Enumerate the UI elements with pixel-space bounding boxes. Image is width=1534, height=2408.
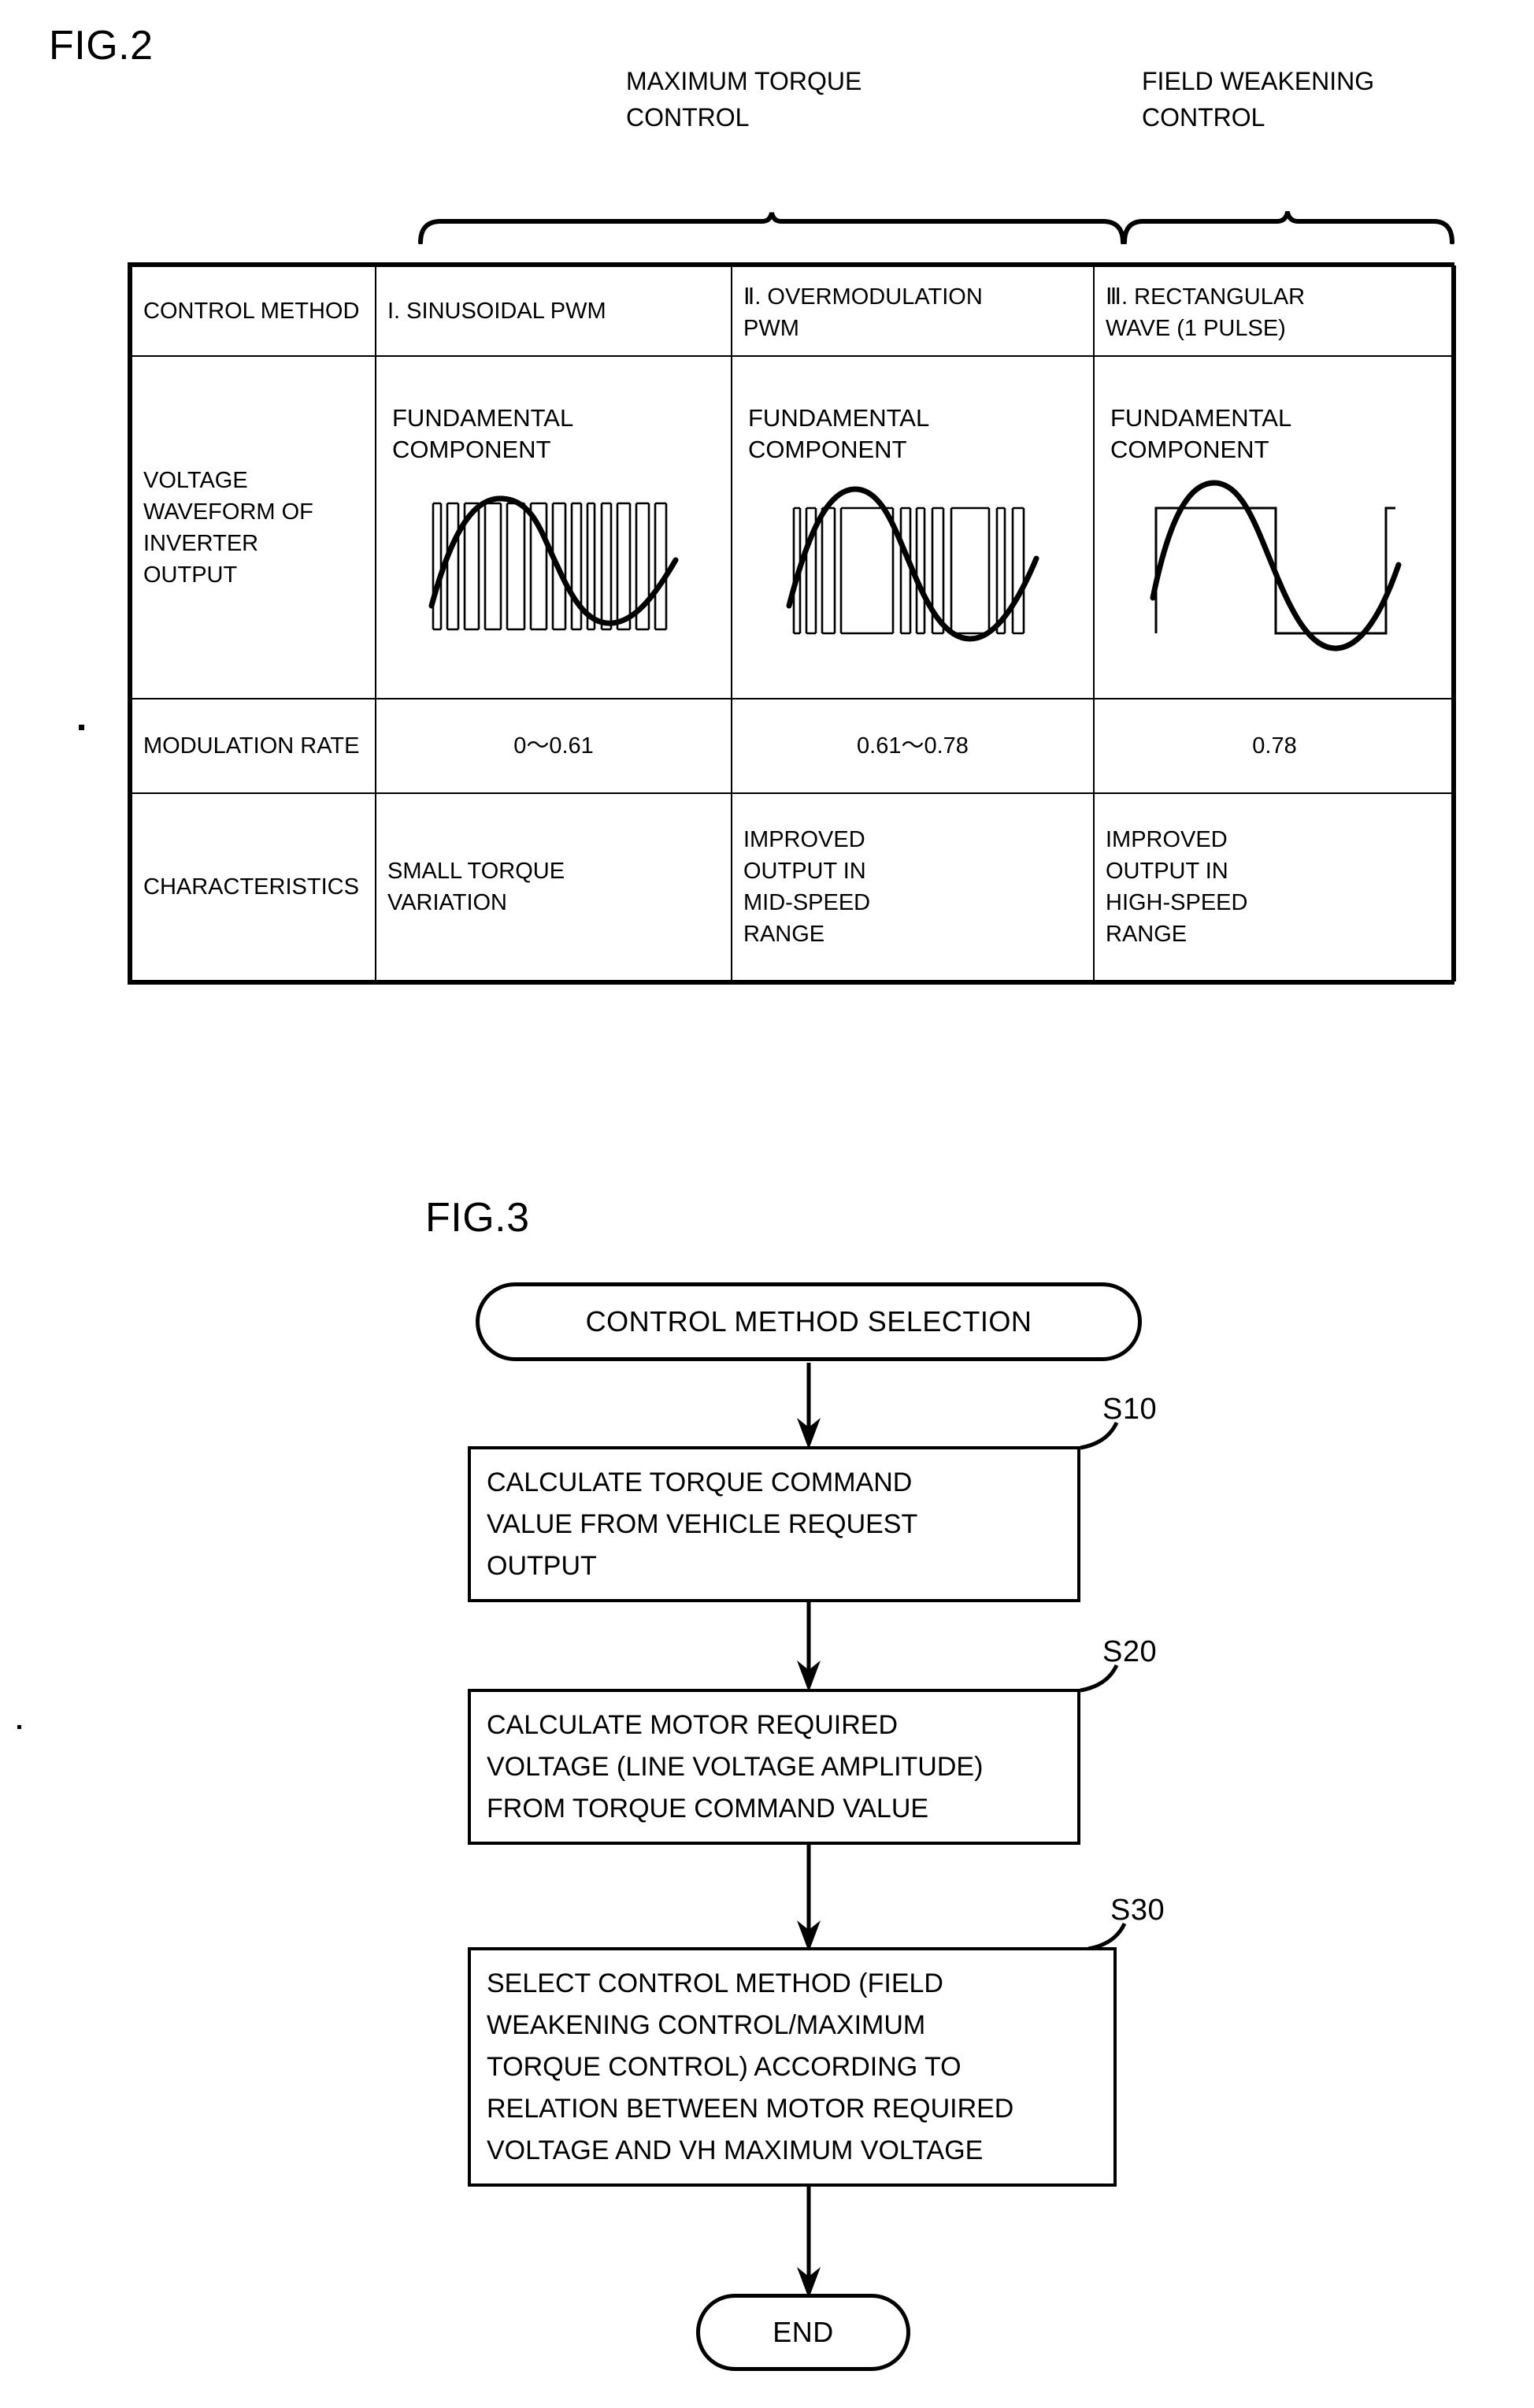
- flowchart-step-s10[interactable]: CALCULATE TORQUE COMMAND VALUE FROM VEHI…: [468, 1446, 1080, 1602]
- scan-artifact-dot-2: [17, 1725, 21, 1729]
- row-label-control-method: CONTROL METHOD: [131, 265, 376, 358]
- fig3-label: FIG.3: [425, 1195, 530, 1241]
- flowchart-step-s30[interactable]: SELECT CONTROL METHOD (FIELD WEAKENING C…: [468, 1947, 1117, 2187]
- characteristics-value-3: IMPROVED OUTPUT IN HIGH-SPEED RANGE: [1093, 792, 1456, 982]
- brace-maximum-torque-control: [417, 211, 1126, 244]
- waveform-caption-3: FUNDAMENTAL COMPONENT: [1110, 403, 1292, 463]
- scan-artifact-dot: [79, 725, 84, 730]
- flowchart-start-label: CONTROL METHOD SELECTION: [585, 1305, 1032, 1338]
- waveform-cell-rectangular-wave: FUNDAMENTAL COMPONENT: [1093, 355, 1456, 700]
- group-header-field-weakening-control: FIELD WEAKENING CONTROL: [1142, 67, 1375, 132]
- brace-field-weakening-control: [1121, 211, 1455, 244]
- step-tag-s30: S30: [1110, 1894, 1165, 1927]
- step-tag-s20: S20: [1102, 1635, 1158, 1668]
- characteristics-value-2: IMPROVED OUTPUT IN MID-SPEED RANGE: [731, 792, 1095, 982]
- group-header-maximum-torque-control: MAXIMUM TORQUE CONTROL: [626, 67, 862, 132]
- step-tag-s10: S10: [1102, 1393, 1158, 1426]
- waveform-caption-1: FUNDAMENTAL COMPONENT: [392, 403, 574, 463]
- column-header-sinusoidal-pwm: I. SINUSOIDAL PWM: [375, 265, 732, 358]
- modulation-rate-value-2: 0.61～0.78: [731, 698, 1095, 794]
- waveform-graphic-overmodulation-pwm: [743, 472, 1082, 653]
- column-name-2: OVERMODULATION PWM: [743, 284, 983, 341]
- flowchart-start-node[interactable]: CONTROL METHOD SELECTION: [476, 1282, 1142, 1361]
- table-row-modulation-rate: MODULATION RATE 0～0.61 0.61～0.78 0.78: [131, 698, 1456, 794]
- characteristics-value-1: SMALL TORQUE VARIATION: [375, 792, 732, 982]
- row-label-modulation-rate: MODULATION RATE: [131, 698, 376, 794]
- column-header-rectangular-wave: Ⅲ. RECTANGULAR WAVE (1 PULSE): [1093, 265, 1456, 358]
- table-row-characteristics: CHARACTERISTICS SMALL TORQUE VARIATION I…: [131, 792, 1456, 982]
- column-numeral-3: Ⅲ.: [1106, 284, 1128, 310]
- waveform-cell-sinusoidal-pwm: FUNDAMENTAL COMPONENT: [375, 355, 732, 700]
- waveform-caption-2: FUNDAMENTAL COMPONENT: [748, 403, 930, 463]
- table-row-header: CONTROL METHOD I. SINUSOIDAL PWM Ⅱ. OVER…: [131, 265, 1456, 358]
- waveform-graphic-sinusoidal-pwm: [387, 472, 720, 653]
- control-method-comparison-table: CONTROL METHOD I. SINUSOIDAL PWM Ⅱ. OVER…: [128, 262, 1456, 985]
- waveform-cell-overmodulation-pwm: FUNDAMENTAL COMPONENT: [731, 355, 1095, 700]
- column-name-3: RECTANGULAR WAVE (1 PULSE): [1106, 284, 1306, 341]
- column-header-overmodulation-pwm: Ⅱ. OVERMODULATION PWM: [731, 265, 1095, 358]
- row-label-voltage-waveform: VOLTAGE WAVEFORM OF INVERTER OUTPUT: [131, 355, 376, 700]
- flowchart-end-label: END: [773, 2316, 834, 2348]
- modulation-rate-value-3: 0.78: [1093, 698, 1456, 794]
- modulation-rate-value-1: 0～0.61: [375, 698, 732, 794]
- row-label-characteristics: CHARACTERISTICS: [131, 792, 376, 982]
- flowchart-step-s20[interactable]: CALCULATE MOTOR REQUIRED VOLTAGE (LINE V…: [468, 1689, 1080, 1845]
- fig2-label: FIG.2: [49, 23, 154, 69]
- flowchart-end-node[interactable]: END: [696, 2294, 910, 2371]
- waveform-graphic-rectangular-wave: [1106, 472, 1443, 653]
- table-row-voltage-waveform: VOLTAGE WAVEFORM OF INVERTER OUTPUT FUND…: [131, 355, 1456, 700]
- column-numeral-2: Ⅱ.: [743, 284, 761, 310]
